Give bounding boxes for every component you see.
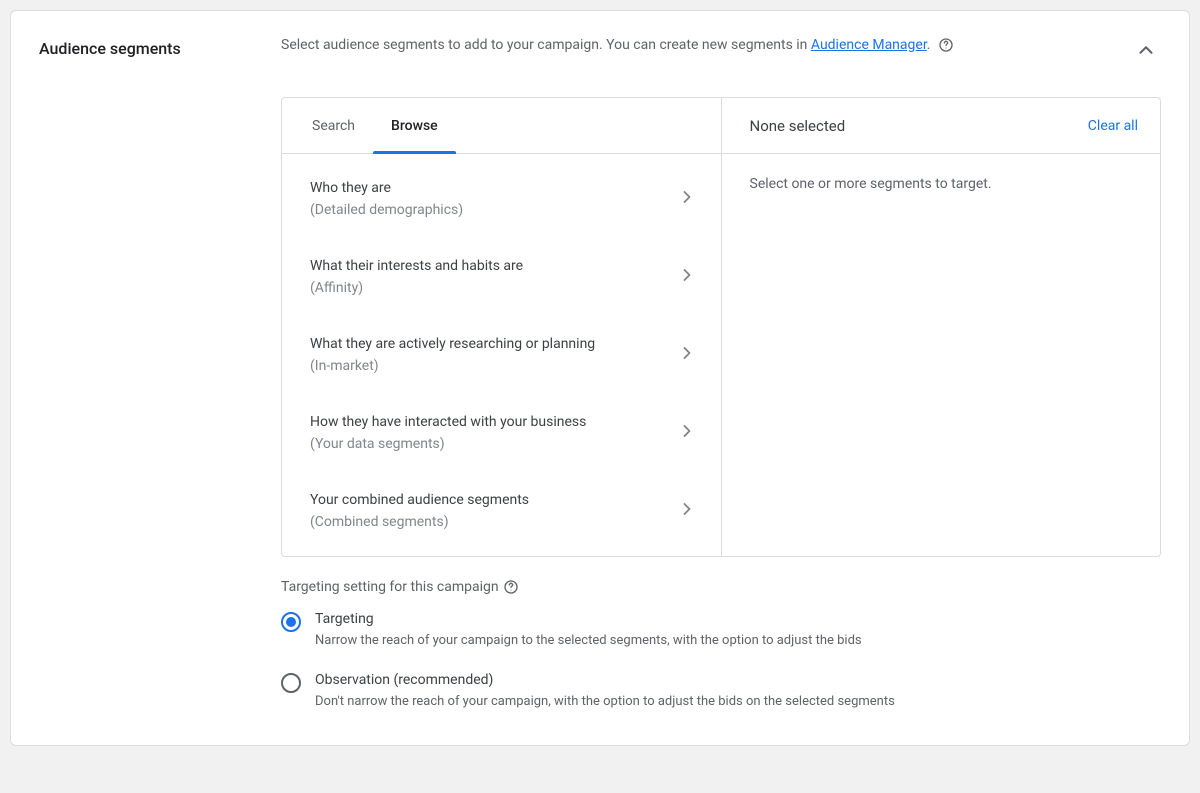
chevron-right-icon	[677, 421, 697, 445]
selected-count-label: None selected	[750, 117, 846, 135]
browse-panel: Search Browse Who they are (Detailed dem…	[282, 98, 722, 556]
help-icon[interactable]	[938, 37, 954, 53]
radio-label: Observation (recommended)	[315, 672, 895, 688]
category-title: What their interests and habits are	[310, 256, 523, 276]
category-title: What they are actively researching or pl…	[310, 334, 595, 354]
collapse-icon[interactable]	[1131, 35, 1161, 69]
tab-browse[interactable]: Browse	[373, 98, 456, 153]
targeting-heading-text: Targeting setting for this campaign	[281, 579, 499, 595]
description-text-2: .	[927, 37, 931, 53]
category-affinity[interactable]: What their interests and habits are (Aff…	[282, 238, 721, 316]
help-icon[interactable]	[503, 579, 519, 595]
tab-search[interactable]: Search	[294, 98, 373, 153]
selected-panel-header: None selected Clear all	[722, 98, 1161, 154]
audience-segments-card: Audience segments Select audience segmen…	[10, 10, 1190, 746]
section-content: Select audience segments to add to your …	[281, 35, 1161, 711]
chevron-right-icon	[677, 187, 697, 211]
selected-panel-body: Select one or more segments to target.	[722, 154, 1161, 214]
chevron-right-icon	[677, 265, 697, 289]
audience-manager-link[interactable]: Audience Manager	[811, 37, 927, 53]
clear-all-button[interactable]: Clear all	[1088, 118, 1138, 134]
category-subtitle: (In-market)	[310, 356, 595, 376]
category-list: Who they are (Detailed demographics) Wha…	[282, 154, 721, 556]
category-subtitle: (Your data segments)	[310, 434, 586, 454]
category-your-data[interactable]: How they have interacted with your busin…	[282, 394, 721, 472]
section-header-row: Select audience segments to add to your …	[281, 35, 1161, 69]
chevron-right-icon	[677, 499, 697, 523]
chevron-right-icon	[677, 343, 697, 367]
category-title: How they have interacted with your busin…	[310, 412, 586, 432]
category-in-market[interactable]: What they are actively researching or pl…	[282, 316, 721, 394]
radio-description: Narrow the reach of your campaign to the…	[315, 632, 862, 650]
category-subtitle: (Affinity)	[310, 278, 523, 298]
radio-observation[interactable]: Observation (recommended) Don't narrow t…	[281, 672, 1161, 711]
category-demographics[interactable]: Who they are (Detailed demographics)	[282, 160, 721, 238]
segments-panel: Search Browse Who they are (Detailed dem…	[281, 97, 1161, 557]
radio-description: Don't narrow the reach of your campaign,…	[315, 693, 895, 711]
section-title-column: Audience segments	[39, 35, 281, 711]
tabs: Search Browse	[282, 98, 721, 154]
section-description: Select audience segments to add to your …	[281, 35, 954, 55]
category-subtitle: (Combined segments)	[310, 512, 529, 532]
radio-button-icon	[281, 673, 301, 693]
description-text-1: Select audience segments to add to your …	[281, 37, 811, 53]
targeting-heading: Targeting setting for this campaign	[281, 579, 1161, 595]
selected-panel: None selected Clear all Select one or mo…	[722, 98, 1161, 556]
category-title: Who they are	[310, 178, 463, 198]
category-subtitle: (Detailed demographics)	[310, 200, 463, 220]
radio-label: Targeting	[315, 611, 862, 627]
radio-button-icon	[281, 612, 301, 632]
category-title: Your combined audience segments	[310, 490, 529, 510]
radio-targeting[interactable]: Targeting Narrow the reach of your campa…	[281, 611, 1161, 650]
targeting-section: Targeting setting for this campaign Targ…	[281, 579, 1161, 711]
section-title: Audience segments	[39, 39, 281, 58]
category-combined[interactable]: Your combined audience segments (Combine…	[282, 472, 721, 550]
